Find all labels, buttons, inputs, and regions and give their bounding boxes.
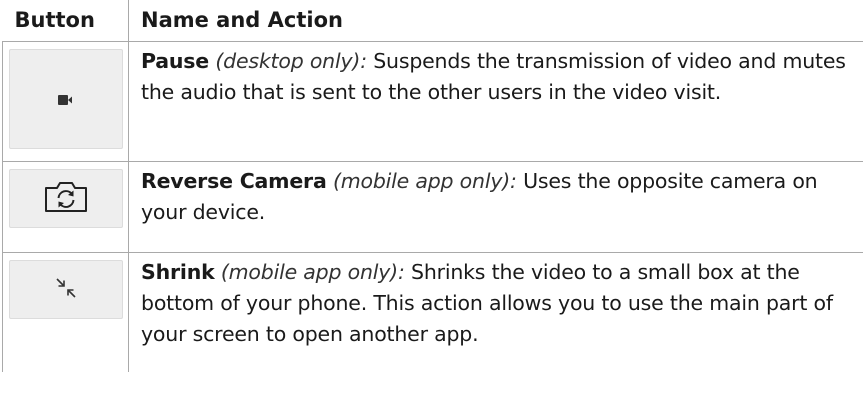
header-name-action: Name and Action (128, 0, 863, 42)
header-button: Button (2, 0, 129, 42)
action-name: Reverse Camera (141, 169, 327, 193)
action-description: Reverse Camera (mobile app only): Uses t… (128, 161, 863, 253)
table-header-row: Button Name and Action (2, 0, 863, 42)
table-row: Reverse Camera (mobile app only): Uses t… (2, 161, 863, 253)
platform-qualifier: (mobile app only): (332, 169, 517, 193)
pause-button[interactable] (9, 49, 123, 149)
action-name: Shrink (141, 260, 215, 284)
platform-qualifier: (mobile app only): (220, 260, 405, 284)
button-reference-table: Button Name and Action Pause (desktop on… (2, 0, 863, 372)
button-cell (2, 161, 129, 253)
table-row: Pause (desktop only): Suspends the trans… (2, 41, 863, 162)
action-name: Pause (141, 49, 210, 73)
video-camera-icon (58, 90, 74, 109)
table-row: Shrink (mobile app only): Shrinks the vi… (2, 252, 863, 372)
shrink-arrows-icon (55, 277, 77, 303)
camera-flip-icon (42, 179, 90, 219)
platform-qualifier: (desktop only): (215, 49, 367, 73)
action-description: Pause (desktop only): Suspends the trans… (128, 41, 863, 162)
button-cell (2, 252, 129, 372)
button-cell (2, 41, 129, 162)
shrink-button[interactable] (9, 260, 123, 319)
action-description: Shrink (mobile app only): Shrinks the vi… (128, 252, 863, 372)
reverse-camera-button[interactable] (9, 169, 123, 228)
